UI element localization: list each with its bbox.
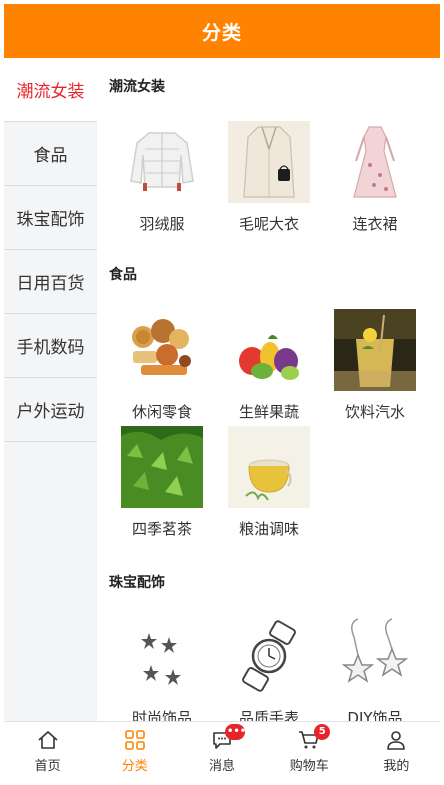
- sidebar-item-label: 手机数码: [16, 338, 85, 358]
- down-jacket-image: [121, 121, 203, 203]
- app-frame: 分类 潮流女装 食品 珠宝配饰 日用百货 手机数码 户外运动 潮流女装 羽绒服: [4, 4, 440, 779]
- product-label: 四季茗茶: [131, 520, 192, 538]
- cart-badge: 5: [314, 724, 331, 740]
- fashion-jewelry-image: [121, 615, 203, 697]
- product-watch[interactable]: 品质手表: [219, 615, 319, 721]
- product-tea[interactable]: 四季茗茶: [112, 426, 212, 539]
- snacks-image: [121, 309, 203, 391]
- product-label: 休闲零食: [131, 403, 192, 421]
- product-label: 羽绒服: [139, 215, 185, 233]
- product-fashion-jewelry[interactable]: 时尚饰品: [112, 615, 212, 721]
- watch-image: [228, 615, 310, 697]
- sidebar-item-food[interactable]: 食品: [4, 122, 97, 186]
- product-label: 饮料汽水: [344, 403, 405, 421]
- beverages-image: [334, 309, 416, 391]
- sidebar-item-label: 日用百货: [16, 274, 85, 294]
- product-label: 粮油调味: [238, 520, 299, 538]
- tab-label: 分类: [121, 759, 148, 774]
- product-beverages[interactable]: 饮料汽水: [325, 309, 425, 422]
- section-title-women-fashion: 潮流女装: [109, 79, 165, 95]
- dress-image: [334, 121, 416, 203]
- product-dress[interactable]: 连衣裙: [325, 121, 425, 234]
- tab-label: 消息: [209, 759, 236, 774]
- page-header: 分类: [4, 4, 440, 58]
- bottom-tab-bar: 首页 分类 消息 ••• 购物车 5 我的: [4, 721, 440, 779]
- home-icon: [38, 731, 58, 749]
- tab-label: 我的: [383, 759, 410, 774]
- product-label: DIY饰品: [347, 709, 403, 721]
- tab-messages[interactable]: 消息 •••: [178, 722, 265, 779]
- product-diy-jewelry[interactable]: DIY饰品: [325, 615, 425, 721]
- page-title: 分类: [201, 21, 242, 44]
- sidebar-item-jewelry[interactable]: 珠宝配饰: [4, 186, 97, 250]
- fresh-produce-image: [228, 309, 310, 391]
- category-icon: [124, 730, 145, 750]
- sidebar-item-label: 珠宝配饰: [16, 210, 85, 230]
- category-sidebar: 潮流女装 食品 珠宝配饰 日用百货 手机数码 户外运动: [4, 58, 97, 721]
- tab-label: 首页: [34, 759, 61, 774]
- product-wool-coat[interactable]: 毛呢大衣: [219, 121, 319, 234]
- sidebar-item-women-fashion[interactable]: 潮流女装: [4, 58, 97, 122]
- product-cooking-oil[interactable]: 粮油调味: [219, 426, 319, 539]
- section-title-jewelry: 珠宝配饰: [109, 575, 165, 591]
- sidebar-item-outdoor[interactable]: 户外运动: [4, 378, 97, 442]
- sidebar-item-label: 食品: [33, 146, 68, 166]
- tab-category[interactable]: 分类: [91, 722, 178, 779]
- product-down-jacket[interactable]: 羽绒服: [112, 121, 212, 234]
- section-title-food: 食品: [109, 267, 137, 283]
- category-content: 潮流女装 羽绒服 毛呢大衣 连衣裙 食品 休闲零食 生鲜果蔬 饮料汽水 四季茗茶…: [97, 58, 440, 721]
- product-fresh-produce[interactable]: 生鲜果蔬: [219, 309, 319, 422]
- product-snacks[interactable]: 休闲零食: [112, 309, 212, 422]
- sidebar-item-digital[interactable]: 手机数码: [4, 314, 97, 378]
- wool-coat-image: [228, 121, 310, 203]
- product-label: 毛呢大衣: [238, 215, 299, 233]
- sidebar-item-daily-goods[interactable]: 日用百货: [4, 250, 97, 314]
- message-badge: •••: [225, 724, 246, 740]
- diy-jewelry-image: [334, 615, 416, 697]
- user-icon: [387, 731, 406, 750]
- product-label: 连衣裙: [352, 215, 398, 233]
- product-label: 生鲜果蔬: [238, 403, 299, 421]
- tab-home[interactable]: 首页: [4, 722, 91, 779]
- sidebar-item-label: 户外运动: [16, 402, 85, 422]
- tab-profile[interactable]: 我的: [353, 722, 440, 779]
- cooking-oil-image: [228, 426, 310, 508]
- tab-cart[interactable]: 购物车 5: [266, 722, 353, 779]
- tea-image: [121, 426, 203, 508]
- tab-label: 购物车: [289, 759, 329, 774]
- product-label: 时尚饰品: [131, 709, 192, 721]
- product-label: 品质手表: [238, 709, 299, 721]
- sidebar-item-label: 潮流女装: [16, 82, 85, 102]
